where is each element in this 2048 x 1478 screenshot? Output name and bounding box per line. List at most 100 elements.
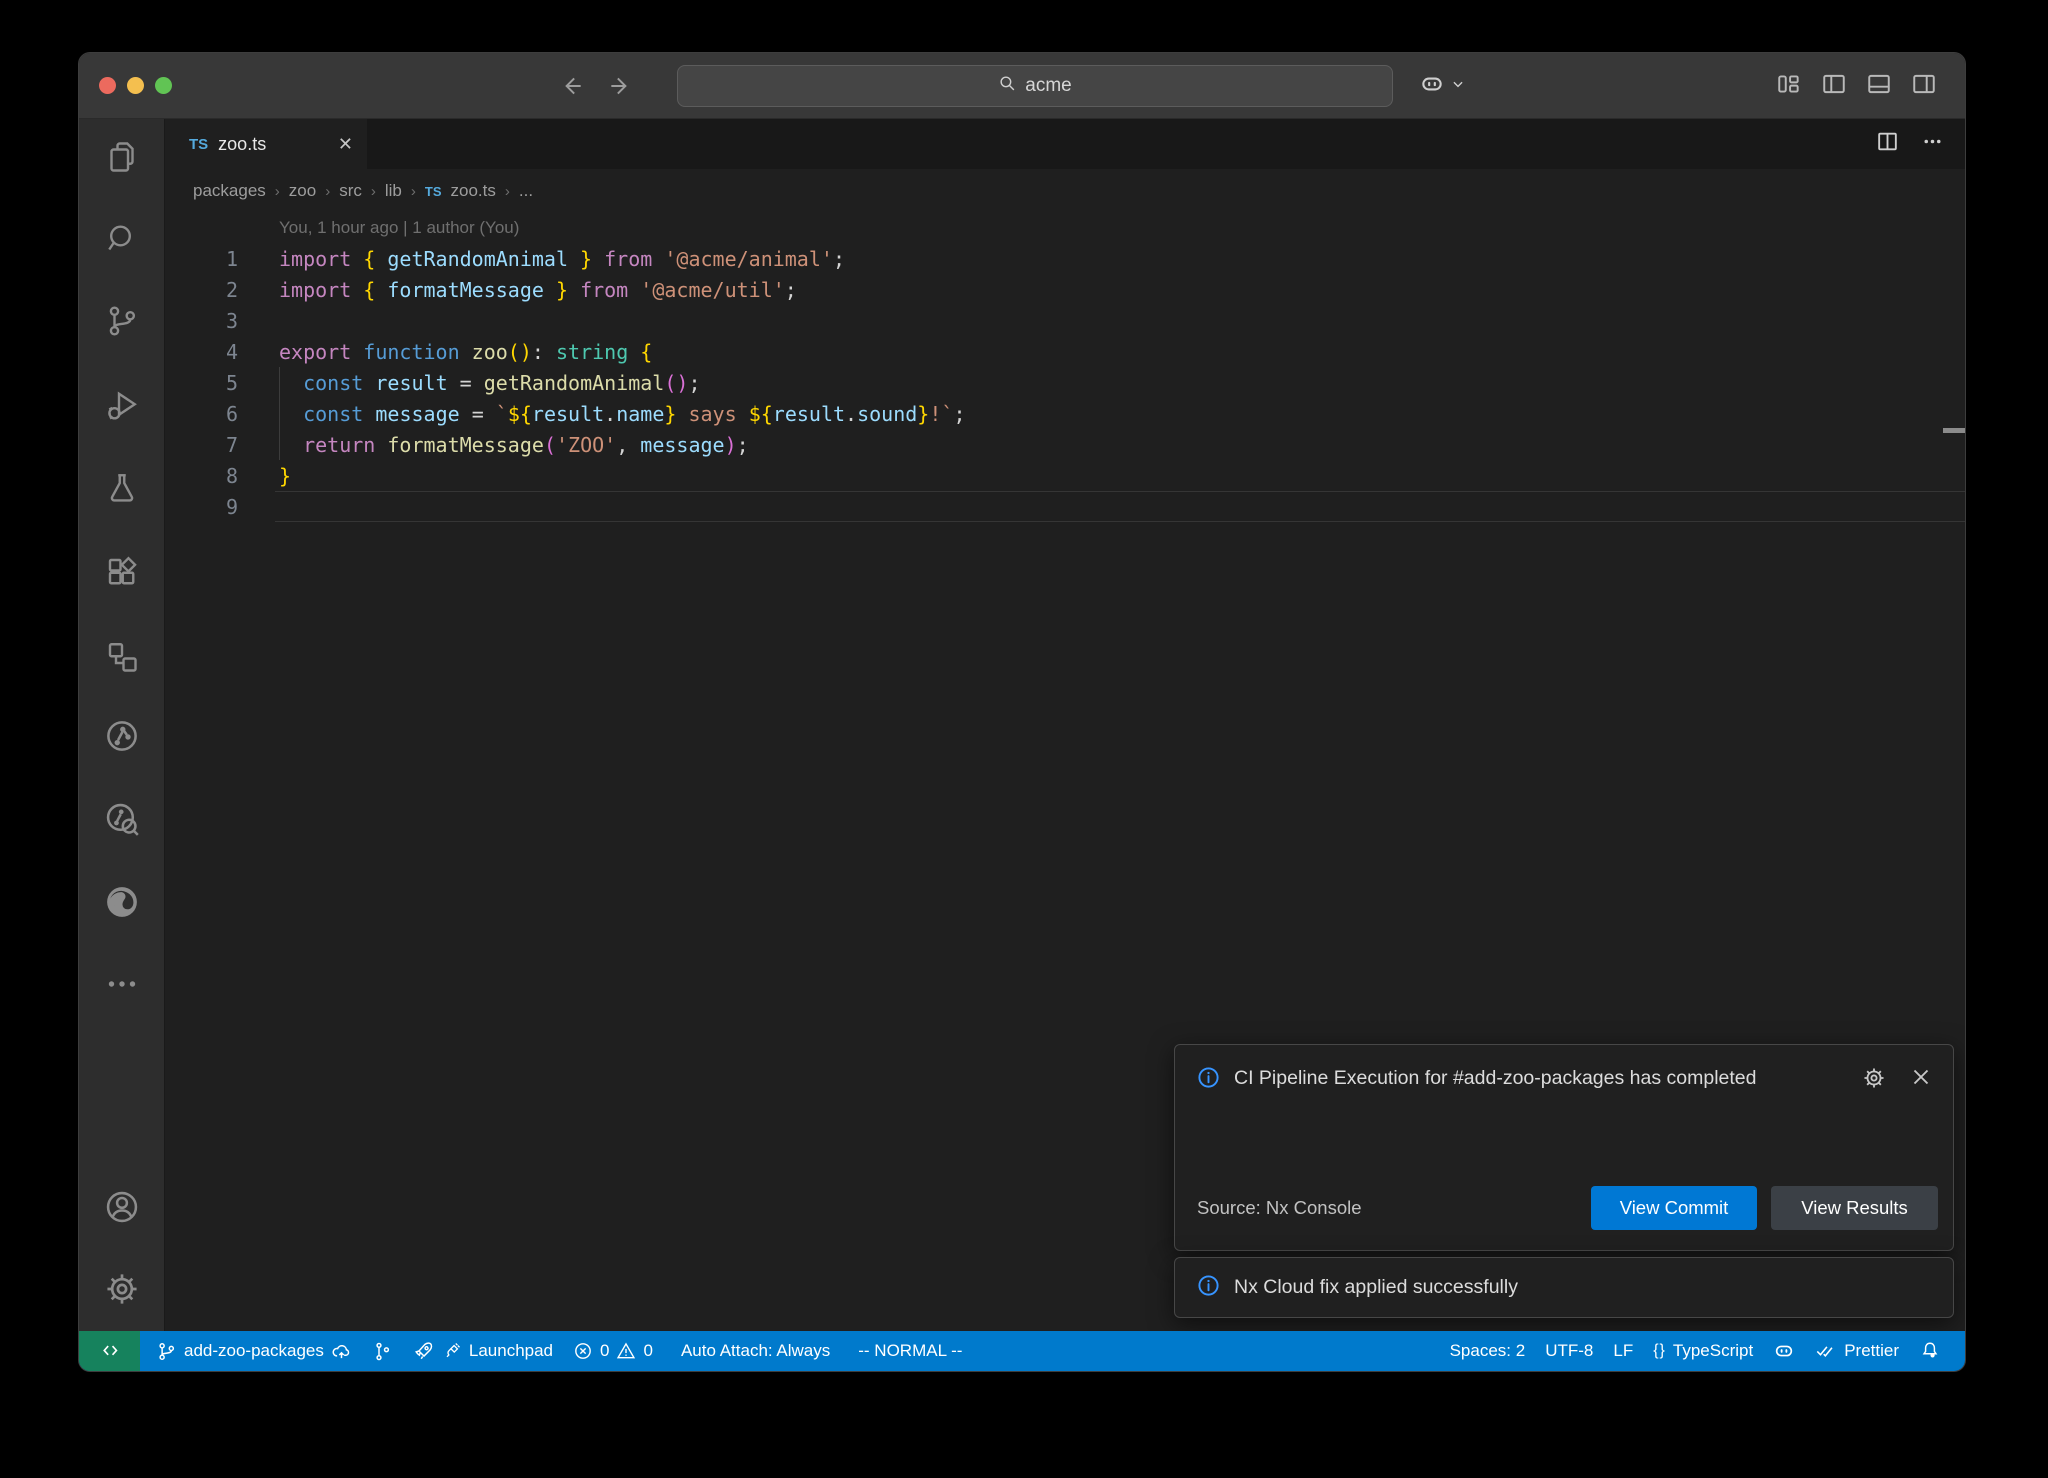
code-line-content: return formatMessage('ZOO', message); [279,433,749,457]
toggle-primary-sidebar-icon[interactable] [1821,71,1847,102]
title-bar: acme [79,53,1965,119]
editor-more-actions-icon[interactable] [1920,129,1945,159]
prettier-status[interactable]: Prettier [1805,1331,1909,1371]
additional-views-icon[interactable] [79,954,165,1014]
zoom-window-button[interactable] [155,77,172,94]
eol-status[interactable]: LF [1603,1331,1643,1371]
extensions-icon[interactable] [79,542,165,602]
copilot-icon [1773,1340,1795,1362]
git-branch-status[interactable]: add-zoo-packages [140,1331,362,1371]
notification-toast-nx-cloud: Nx Cloud fix applied successfully [1174,1257,1954,1318]
breadcrumb-item[interactable]: lib [385,181,402,201]
explorer-icon[interactable] [79,127,165,187]
breadcrumb-item[interactable]: packages [193,181,266,201]
line-number: 5 [165,371,238,395]
warning-icon [616,1341,636,1361]
command-center-text: acme [1025,75,1071,97]
customize-layout-icon[interactable] [1776,71,1802,102]
gitlens-icon[interactable] [79,706,165,766]
line-number: 6 [165,402,238,426]
gitlens-inspect-icon[interactable] [79,789,165,849]
code-line-content: export function zoo(): string { [279,340,652,364]
double-check-icon [1815,1340,1837,1362]
view-commit-button[interactable]: View Commit [1591,1186,1757,1230]
close-window-button[interactable] [99,77,116,94]
chevron-down-icon[interactable] [1451,77,1465,96]
navigate-back-icon[interactable] [559,73,585,99]
nx-console-icon[interactable] [79,627,165,687]
notification-toast-ci-pipeline: CI Pipeline Execution for #add-zoo-packa… [1174,1044,1954,1251]
breadcrumb-file[interactable]: zoo.ts [451,181,496,201]
activity-bar [79,119,165,1331]
toggle-panel-icon[interactable] [1866,71,1892,102]
line-number: 9 [165,495,238,519]
typescript-file-icon: TS [425,184,442,199]
indentation-status[interactable]: Spaces: 2 [1440,1331,1536,1371]
breadcrumb-item[interactable]: src [339,181,362,201]
notification-close-icon[interactable] [1909,1065,1933,1096]
search-icon [998,74,1017,99]
error-icon [573,1341,593,1361]
view-results-button[interactable]: View Results [1771,1186,1938,1230]
notification-message: CI Pipeline Execution for #add-zoo-packa… [1234,1063,1794,1096]
tab-zoo-ts[interactable]: TS zoo.ts ✕ [165,119,367,169]
code-line[interactable]: 6 const message = `${result.name} says $… [165,398,1965,429]
traffic-lights [99,77,172,94]
copilot-icon[interactable] [1419,71,1445,102]
publish-changes-icon [331,1341,352,1362]
notification-message: Nx Cloud fix applied successfully [1234,1276,1518,1299]
search-sidebar-icon[interactable] [79,209,165,269]
notification-settings-gear-icon[interactable] [1861,1065,1887,1096]
code-line[interactable]: 4 export function zoo(): string { [165,336,1965,367]
code-line-content: const result = getRandomAnimal(); [279,371,701,395]
chevron-right-icon: › [505,183,510,200]
breadcrumb-item[interactable]: zoo [289,181,316,201]
run-and-debug-icon[interactable] [79,375,165,435]
navigate-forward-icon[interactable] [607,73,633,99]
edge-browser-icon[interactable] [79,872,165,932]
split-editor-icon[interactable] [1875,129,1900,159]
tab-label: zoo.ts [218,134,328,155]
chevron-right-icon: › [371,183,376,200]
line-number: 3 [165,309,238,333]
line-number: 2 [165,278,238,302]
code-line[interactable]: 7 return formatMessage('ZOO', message); [165,429,1965,460]
language-mode-status[interactable]: {} TypeScript [1643,1331,1763,1371]
code-line-content: import { formatMessage } from '@acme/uti… [279,278,797,302]
code-line[interactable]: 8} [165,460,1965,491]
vscode-window: acme [78,52,1966,1372]
code-line[interactable]: 5 const result = getRandomAnimal(); [165,367,1965,398]
auto-attach-status[interactable]: Auto Attach: Always [663,1331,840,1371]
notifications-bell-icon[interactable] [1909,1331,1951,1371]
line-number: 8 [165,464,238,488]
status-bar: add-zoo-packages Launchpad 0 0 Auto Atta… [79,1331,1965,1371]
tab-close-icon[interactable]: ✕ [338,134,353,155]
line-number: 7 [165,433,238,457]
desktop-background: acme [0,0,2048,1478]
source-control-icon[interactable] [79,291,165,351]
plug-icon [442,1341,462,1361]
line-number: 4 [165,340,238,364]
indent-guide [279,367,280,460]
encoding-status[interactable]: UTF-8 [1535,1331,1603,1371]
copilot-status[interactable] [1763,1331,1805,1371]
nx-launchpad-status[interactable]: Launchpad [403,1331,563,1371]
accounts-icon[interactable] [79,1177,165,1237]
braces-icon: {} [1653,1342,1666,1360]
breadcrumb-overflow[interactable]: ... [519,181,533,201]
code-line[interactable]: 3 [165,305,1965,336]
code-line-content: const message = `${result.name} says ${r… [279,402,965,426]
problems-status[interactable]: 0 0 [563,1331,663,1371]
code-line[interactable]: 2 import { formatMessage } from '@acme/ut… [165,274,1965,305]
vim-mode-status[interactable]: -- NORMAL -- [840,1331,972,1371]
command-center-search[interactable]: acme [677,65,1393,107]
toggle-secondary-sidebar-icon[interactable] [1911,71,1937,102]
testing-icon[interactable] [79,458,165,518]
minimize-window-button[interactable] [127,77,144,94]
remote-indicator[interactable] [79,1331,140,1371]
settings-gear-icon[interactable] [79,1259,165,1319]
source-control-graph-status[interactable] [362,1331,403,1371]
overview-ruler-marker [1943,428,1965,433]
chevron-right-icon: › [275,183,280,200]
code-line[interactable]: 1import { getRandomAnimal } from '@acme/… [165,243,1965,274]
